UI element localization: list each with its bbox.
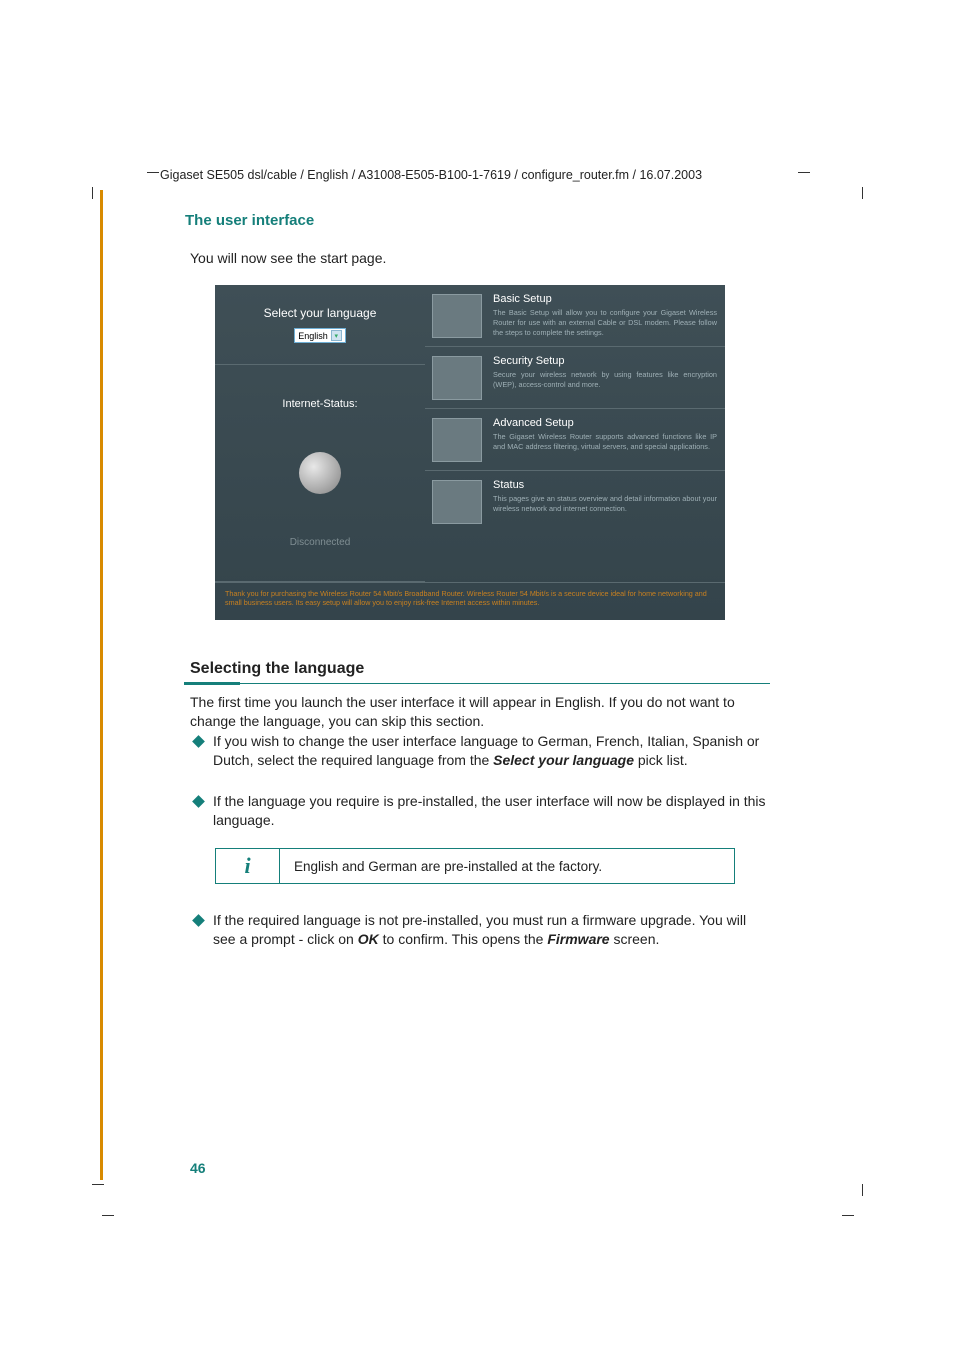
router-ui-screenshot: Select your language English ▾ Internet-… [215,285,725,620]
bullet-item: If the required language is not pre-inst… [190,911,770,949]
heading-row: Selecting the language [190,660,770,686]
card-thumb [425,285,489,346]
bullet-item: If you wish to change the user interface… [190,732,770,770]
card-title: Advanced Setup [493,417,717,429]
heading-selecting-language: Selecting the language [190,660,770,682]
screenshot-left-pane: Select your language English ▾ Internet-… [215,285,425,582]
thumbnail-image [432,418,482,462]
card-desc: The Gigaset Wireless Router supports adv… [493,432,717,452]
bullet-item: If the language you require is pre-insta… [190,792,770,830]
thumbnail-image [432,356,482,400]
screenshot-footer-text: Thank you for purchasing the Wireless Ro… [225,589,715,608]
thumbnail-image [432,480,482,524]
intro-text: You will now see the start page. [190,250,386,266]
bullet-text-post: screen. [610,931,660,947]
section-title: The user interface [185,212,314,229]
internet-status-value: Disconnected [290,537,351,548]
bullet-text: If you wish to change the user interface… [213,732,770,770]
card-desc: The Basic Setup will allow you to config… [493,308,717,338]
bullet-text-mid: to confirm. This opens the [379,931,548,947]
bullet-text-ok: OK [358,931,379,947]
bullet-text-bold: Select your language [493,752,634,768]
heading-rule [190,682,770,686]
screenshot-right-pane: Basic Setup The Basic Setup will allow y… [425,285,725,582]
screenshot-footer: Thank you for purchasing the Wireless Ro… [215,582,725,620]
info-text: English and German are pre-installed at … [280,849,734,883]
crop-mark [92,1184,104,1185]
card-advanced-setup[interactable]: Advanced Setup The Gigaset Wireless Rout… [425,409,725,471]
crop-mark [147,172,159,173]
manual-page: Gigaset SE505 dsl/cable / English / A310… [0,0,954,1351]
card-status[interactable]: Status This pages give an status overvie… [425,471,725,533]
heading-rule-thin [240,683,770,684]
internet-status-label: Internet-Status: [282,398,357,410]
card-security-setup[interactable]: Security Setup Secure your wireless netw… [425,347,725,409]
bullet-diamond-icon [192,795,205,808]
side-accent-bar [100,190,103,1180]
crop-mark [92,187,93,199]
screenshot-main: Select your language English ▾ Internet-… [215,285,725,582]
language-select[interactable]: English ▾ [294,328,346,343]
header-path: Gigaset SE505 dsl/cable / English / A310… [160,168,702,182]
internet-status-panel: Internet-Status: Disconnected [215,365,425,582]
crop-mark [102,1215,114,1216]
card-thumb [425,347,489,408]
card-desc: Secure your wireless network by using fe… [493,370,717,390]
heading-rule-thick [184,682,240,685]
card-basic-setup[interactable]: Basic Setup The Basic Setup will allow y… [425,285,725,347]
card-thumb [425,409,489,470]
crop-mark [862,1184,863,1196]
card-title: Basic Setup [493,293,717,305]
card-text: Security Setup Secure your wireless netw… [489,347,725,408]
language-select-value: English [298,331,328,341]
bullet-text: If the language you require is pre-insta… [213,792,770,830]
card-text: Status This pages give an status overvie… [489,471,725,533]
bullet-text: If the required language is not pre-inst… [213,911,770,949]
crop-mark [862,187,863,199]
page-number: 46 [190,1160,206,1176]
card-text: Advanced Setup The Gigaset Wireless Rout… [489,409,725,470]
card-desc: This pages give an status overview and d… [493,494,717,514]
bullet-diamond-icon [192,735,205,748]
card-title: Security Setup [493,355,717,367]
card-title: Status [493,479,717,491]
info-icon: i [216,849,280,883]
chevron-down-icon: ▾ [331,330,342,341]
thumbnail-image [432,294,482,338]
bullet-text-post: pick list. [634,752,688,768]
language-selector-panel: Select your language English ▾ [215,285,425,365]
paragraph: The first time you launch the user inter… [190,693,770,731]
language-label: Select your language [264,306,377,320]
card-thumb [425,471,489,533]
bullet-text-firmware: Firmware [547,931,609,947]
globe-icon [299,452,341,494]
card-text: Basic Setup The Basic Setup will allow y… [489,285,725,346]
info-note-box: i English and German are pre-installed a… [215,848,735,884]
crop-mark [842,1215,854,1216]
crop-mark [798,172,810,173]
bullet-diamond-icon [192,914,205,927]
